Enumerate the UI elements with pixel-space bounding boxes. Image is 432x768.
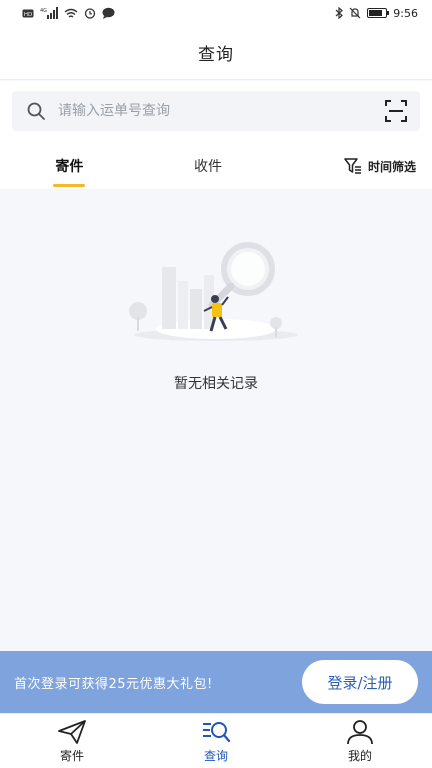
message-icon bbox=[102, 7, 115, 19]
nav-me-label: 我的 bbox=[347, 748, 372, 763]
wifi-icon bbox=[64, 8, 78, 19]
svg-text:HD: HD bbox=[24, 11, 32, 17]
tab-active-indicator bbox=[53, 184, 86, 187]
tab-receive-label: 收件 bbox=[194, 159, 222, 175]
promo-text: 首次登录可获得25元优惠大礼包! bbox=[14, 676, 213, 692]
search-bar bbox=[0, 81, 432, 143]
promo-banner: 首次登录可获得25元优惠大礼包! 登录/注册 bbox=[0, 651, 432, 713]
nav-send-label: 寄件 bbox=[59, 748, 84, 763]
scan-icon[interactable] bbox=[384, 99, 408, 123]
alarm-icon bbox=[84, 7, 96, 19]
nav-item-me[interactable]: 我的 bbox=[288, 714, 432, 768]
hd-icon: HD bbox=[22, 9, 34, 18]
login-register-button[interactable]: 登录/注册 bbox=[302, 660, 418, 704]
bluetooth-icon bbox=[335, 7, 344, 19]
battery-icon bbox=[367, 8, 390, 18]
user-icon bbox=[347, 719, 373, 744]
nav-item-query[interactable]: 查询 bbox=[144, 714, 288, 768]
status-right: 9:56 bbox=[335, 7, 418, 20]
paper-plane-icon bbox=[58, 719, 86, 744]
status-left: HD 4G bbox=[22, 7, 115, 19]
time-filter-label: 时间筛选 bbox=[368, 159, 417, 174]
empty-state: 暂无相关记录 bbox=[0, 189, 432, 649]
status-time: 9:56 bbox=[393, 6, 418, 20]
nav-item-send[interactable]: 寄件 bbox=[0, 714, 144, 768]
header: 查询 bbox=[0, 26, 432, 80]
status-bar: HD 4G 9:56 bbox=[0, 0, 432, 26]
search-icon bbox=[27, 102, 45, 120]
filter-icon bbox=[344, 158, 361, 174]
page-title: 查询 bbox=[198, 45, 234, 65]
search-list-icon bbox=[203, 721, 231, 742]
battery-fill bbox=[369, 10, 383, 16]
search-input[interactable] bbox=[58, 103, 384, 119]
search-box[interactable] bbox=[12, 91, 420, 131]
nav-query-label: 查询 bbox=[203, 748, 228, 763]
tab-send[interactable]: 寄件 bbox=[0, 143, 139, 189]
time-filter-button[interactable]: 时间筛选 bbox=[277, 143, 432, 189]
mute-icon bbox=[349, 7, 361, 19]
tab-send-label: 寄件 bbox=[55, 159, 84, 175]
empty-illustration bbox=[129, 242, 298, 341]
network-label: 4G bbox=[40, 8, 47, 14]
tab-bar: 寄件 收件 时间筛选 bbox=[0, 143, 432, 189]
bottom-nav: 寄件 查询 我的 bbox=[0, 713, 432, 768]
tab-receive[interactable]: 收件 bbox=[139, 143, 278, 189]
signal-icon: 4G bbox=[40, 7, 58, 19]
empty-message: 暂无相关记录 bbox=[174, 376, 258, 392]
